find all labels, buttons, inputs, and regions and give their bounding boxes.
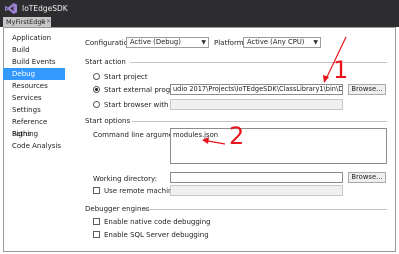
annotation-overlay [202,36,347,145]
annotation-number-1: 1 [333,56,349,84]
annotation-arrow-2 [207,140,226,145]
annotation-number-2: 2 [229,122,245,150]
annotation-arrowhead-2 [202,137,209,144]
annotation-arrowhead-1 [323,75,329,83]
